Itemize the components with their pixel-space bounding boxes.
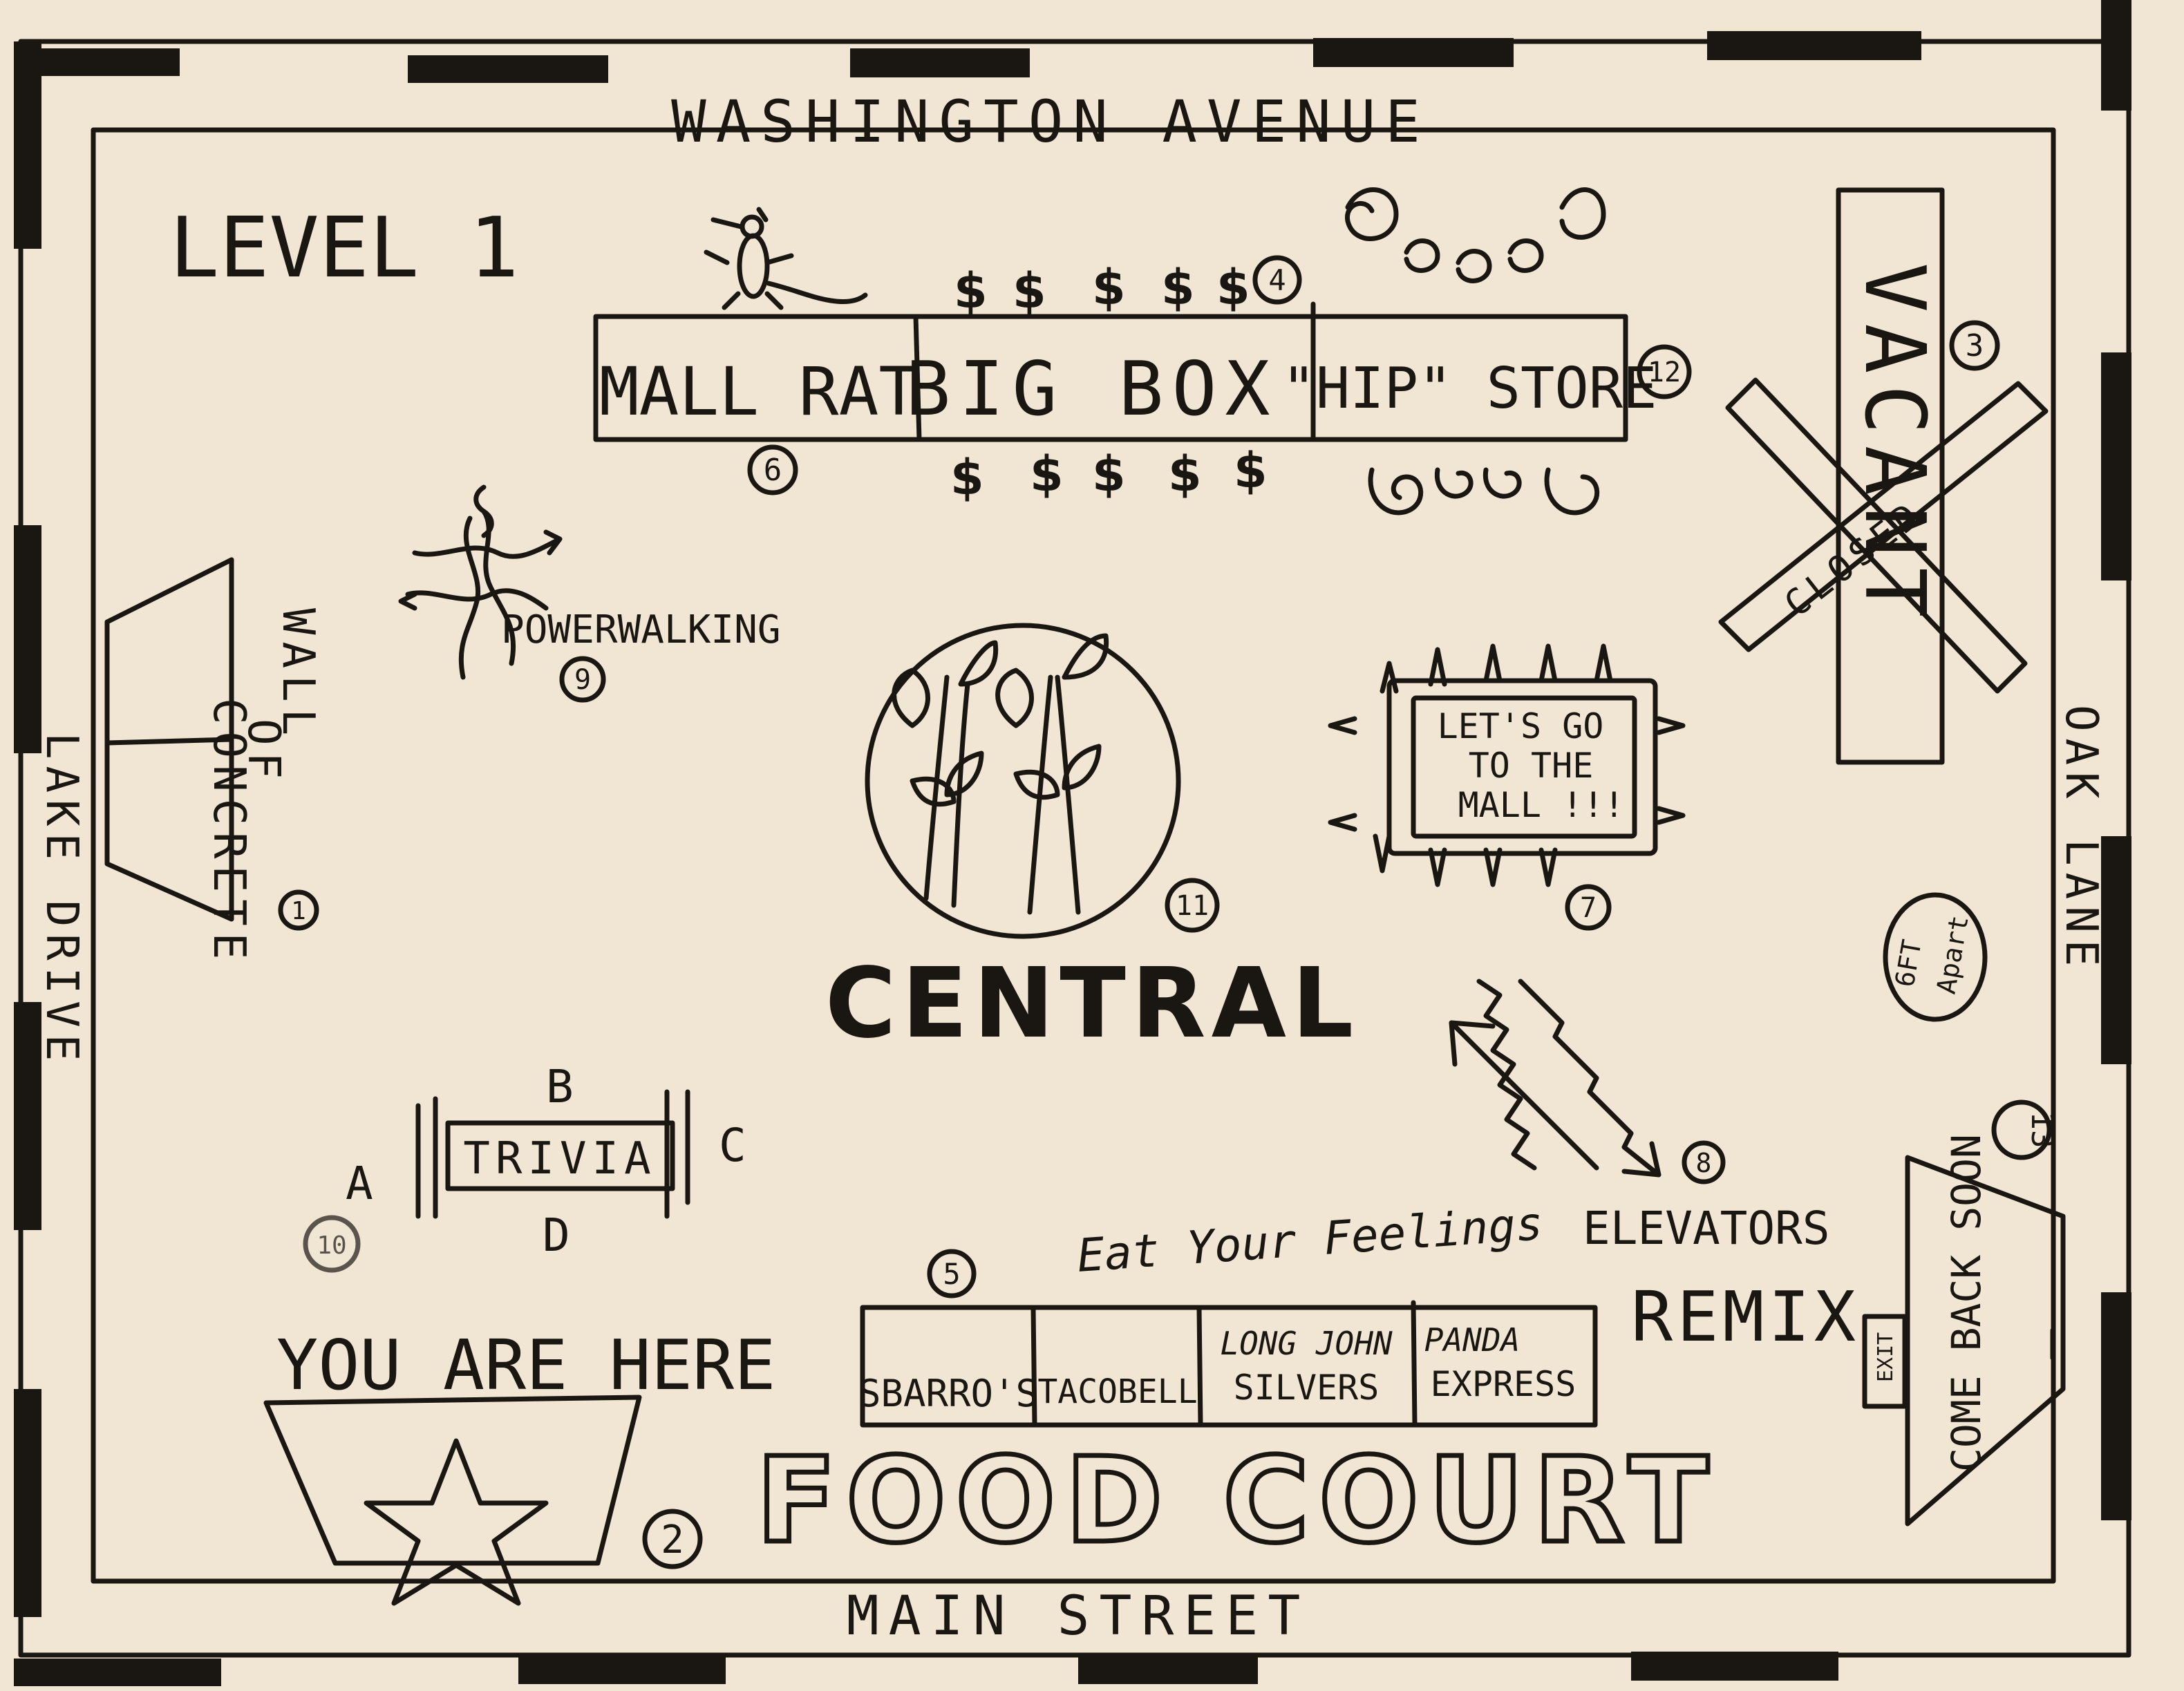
food-court-title: FOOD COURT (756, 1433, 1718, 1569)
svg-text:$: $ (1092, 446, 1126, 502)
svg-text:$: $ (1030, 446, 1064, 502)
store-hip-store: "HIP" STORE (1281, 356, 1657, 422)
trivia-b: B (546, 1060, 574, 1113)
powerwalking-label: POWERWALKING (501, 607, 781, 652)
svg-text:$: $ (950, 449, 984, 506)
border-block (518, 1655, 726, 1684)
border-block (1707, 31, 1921, 60)
store-big-box: BIG BOX (905, 346, 1278, 433)
svg-text:2: 2 (661, 1518, 684, 1562)
street-east-label: OAK LANE (2055, 705, 2107, 973)
svg-text:11: 11 (1176, 890, 1209, 922)
border-block (850, 48, 1030, 77)
border-block (14, 525, 41, 753)
restaurant-express: EXPRESS (1431, 1364, 1576, 1404)
sign-line3: MALL !!! (1458, 785, 1625, 825)
border-block (14, 1389, 41, 1617)
central-label: CENTRAL (825, 947, 1359, 1060)
sign-line2: TO THE (1469, 746, 1594, 786)
store-mall-rat: MALL RAT (599, 353, 919, 431)
wall-label-line3: CONCRETE (203, 698, 254, 966)
trivia-label: TRIVIA (463, 1133, 656, 1184)
you-are-here-label: YOU ARE HERE (276, 1325, 775, 1406)
restaurant-long-john: LONG JOHN (1220, 1325, 1393, 1362)
svg-text:12: 12 (1648, 357, 1681, 388)
svg-text:8: 8 (1696, 1148, 1712, 1178)
svg-text:7: 7 (1580, 892, 1597, 924)
come-back-soon-label: COME BACK SOON (1943, 1134, 1990, 1472)
svg-text:1: 1 (291, 897, 306, 925)
svg-text:$: $ (1216, 259, 1250, 316)
restaurant-silvers: SILVERS (1234, 1368, 1380, 1408)
restaurant-panda: PANDA (1424, 1321, 1520, 1359)
street-south-label: MAIN STREET (847, 1585, 1310, 1647)
border-block (14, 41, 41, 249)
border-block (1078, 1655, 1258, 1684)
mall-map: WASHINGTON AVENUE MAIN STREET LAKE DRIVE… (0, 0, 2184, 1691)
trivia-c: C (719, 1119, 746, 1172)
remix-label: REMIX (1631, 1276, 1860, 1357)
trivia-a: A (346, 1157, 373, 1210)
elevators-label: ELEVATORS (1583, 1202, 1830, 1255)
svg-text:13: 13 (2024, 1112, 2060, 1149)
svg-text:$: $ (1092, 259, 1126, 316)
level-title: LEVEL 1 (169, 200, 519, 296)
trivia-d: D (543, 1209, 570, 1262)
svg-text:3: 3 (1966, 328, 1984, 363)
border-block (408, 55, 608, 83)
svg-text:9: 9 (574, 664, 591, 696)
border-block (14, 1659, 221, 1686)
svg-text:5: 5 (943, 1257, 960, 1291)
svg-text:$: $ (1013, 263, 1046, 319)
restaurant-tacobell: TACOBELL (1037, 1372, 1197, 1411)
svg-text:$: $ (954, 263, 988, 319)
restaurant-sbarros: SBARRO'S (858, 1372, 1038, 1415)
svg-text:$: $ (1168, 446, 1202, 502)
exit-label: EXIT (1874, 1332, 1898, 1382)
sign-line1: LET'S GO (1438, 706, 1604, 746)
street-west-label: LAKE DRIVE (36, 733, 87, 1068)
street-north-label: WASHINGTON AVENUE (671, 88, 1430, 155)
svg-text:$: $ (1161, 259, 1195, 316)
svg-text:10: 10 (317, 1231, 346, 1260)
svg-text:$: $ (1234, 442, 1268, 499)
svg-text:6: 6 (764, 453, 782, 488)
svg-text:4: 4 (1268, 263, 1286, 297)
